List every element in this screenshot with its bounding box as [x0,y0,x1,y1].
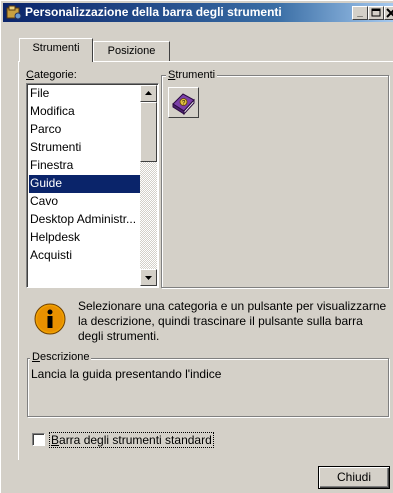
dialog-window: Personalizzazione della barra degli stru… [0,0,393,493]
scrollbar-thumb[interactable] [140,102,157,162]
toolbar-settings-icon [6,5,22,20]
help-book-icon: ? [172,93,195,116]
description-label: Descrizione [30,351,92,363]
maximize-button[interactable] [368,6,384,20]
description-text: Lancia la guida presentando l'indice [31,367,222,381]
info-text: Selezionare una categoria e un pulsante … [78,299,387,343]
list-item[interactable]: File [29,85,141,103]
close-button[interactable]: Chiudi [318,466,390,489]
list-item[interactable]: Strumenti [29,139,141,157]
list-item[interactable]: Modifica [29,103,141,121]
list-item[interactable]: Desktop Administr... [29,211,141,229]
list-item[interactable]: Parco [29,121,141,139]
tab-posizione[interactable]: Posizione [93,41,170,62]
list-item[interactable]: Cavo [29,193,141,211]
title-bar[interactable]: Personalizzazione della barra degli stru… [3,3,393,22]
categories-listbox[interactable]: File Modifica Parco Strumenti Finestra G… [26,83,159,288]
list-item[interactable]: Finestra [29,157,141,175]
minimize-icon: _ [357,7,363,18]
list-item-selected[interactable]: Guide [29,175,141,193]
info-icon [34,303,66,335]
arrow-down-icon [145,276,152,280]
standard-toolbar-label[interactable]: Barra degli strumenti standard [49,432,214,448]
tab-label: Posizione [107,45,156,57]
arrow-up-icon [145,91,152,95]
close-window-button[interactable] [384,6,393,20]
standard-toolbar-checkbox[interactable] [32,433,45,446]
tab-strumenti[interactable]: Strumenti [19,38,93,62]
close-button-label: Chiudi [336,470,372,484]
tab-label: Strumenti [32,42,80,54]
maximize-icon [371,8,381,17]
list-item[interactable]: Helpdesk [29,229,141,247]
categories-label: Categorie: [26,69,77,81]
help-tool-button[interactable]: ? [168,87,199,118]
categories-scrollbar[interactable] [140,85,157,286]
minimize-button[interactable]: _ [352,6,368,20]
window-title: Personalizzazione della barra degli stru… [25,5,282,19]
scroll-down-button[interactable] [140,269,157,286]
tools-label: Strumenti [166,69,218,81]
scroll-up-button[interactable] [140,85,157,102]
close-icon [386,8,393,18]
list-item[interactable]: Acquisti [29,247,141,265]
